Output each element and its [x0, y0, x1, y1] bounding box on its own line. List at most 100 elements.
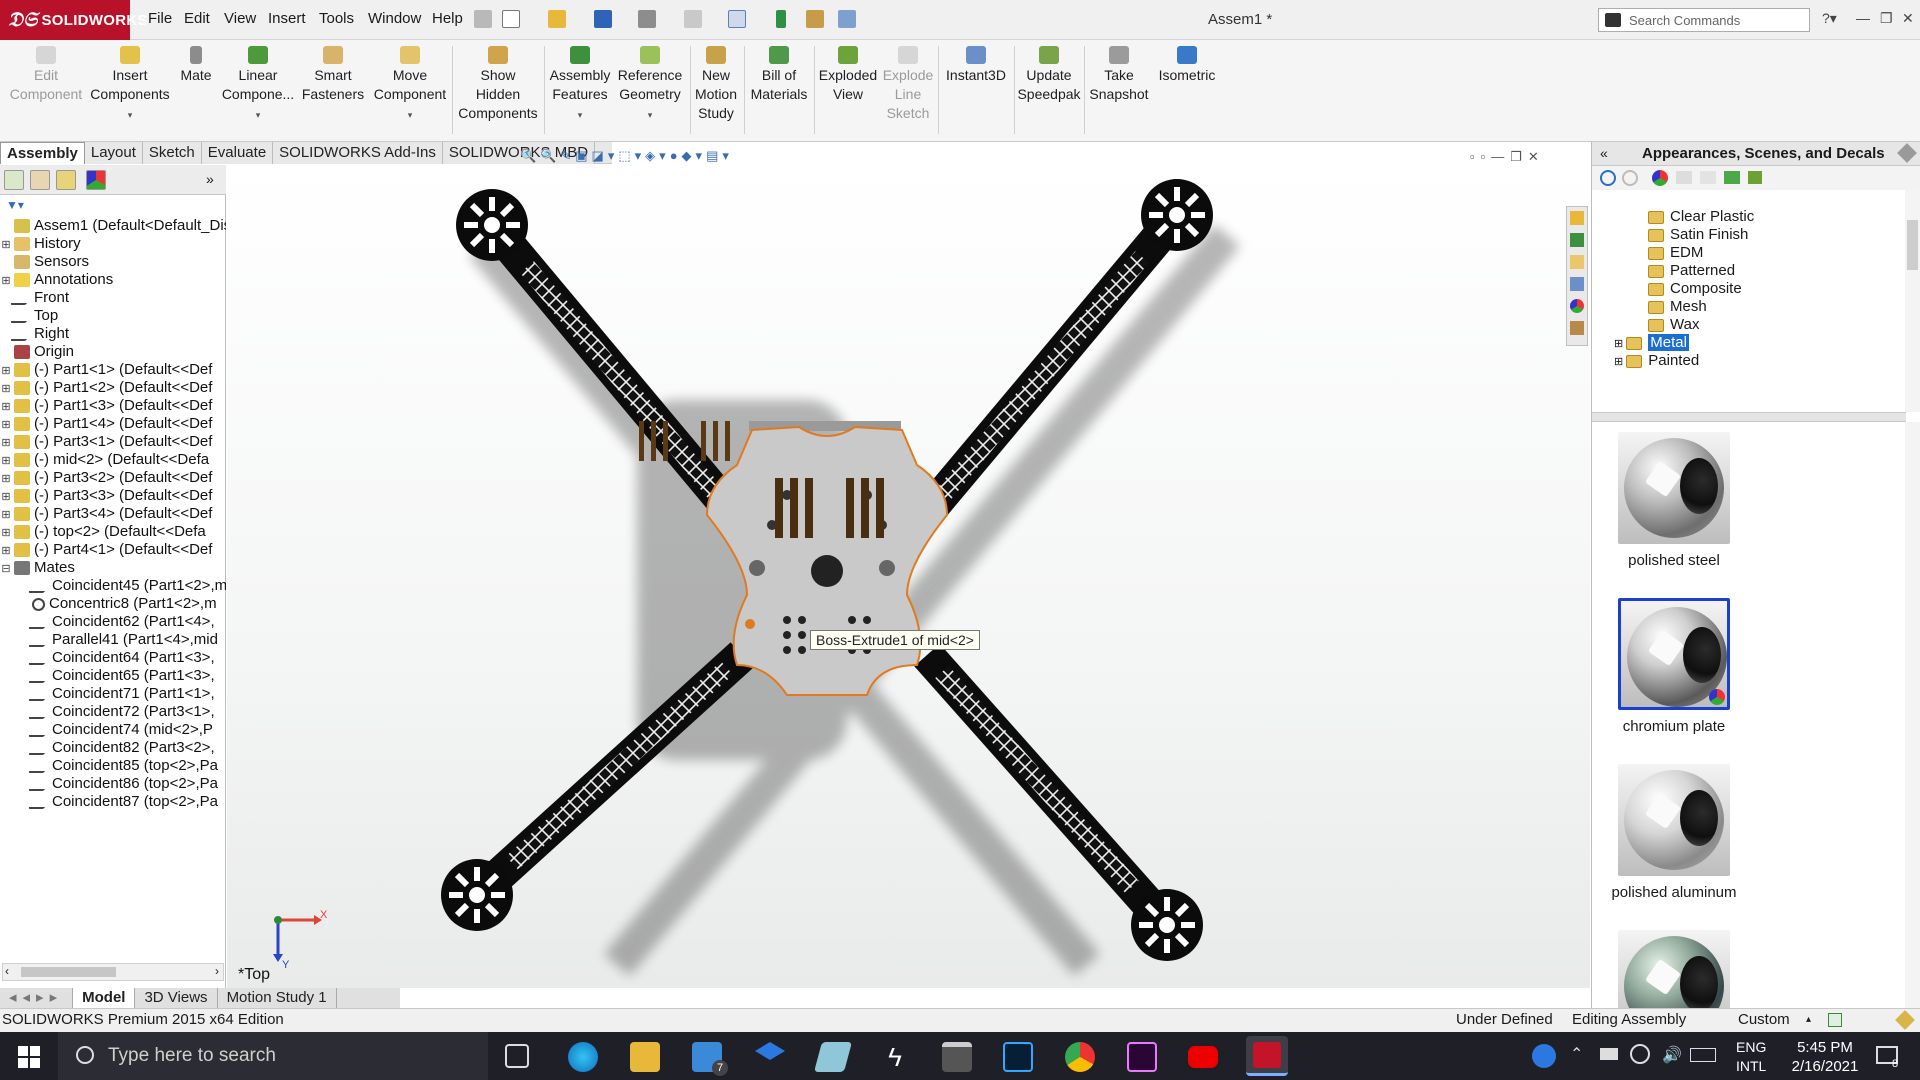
photoshop-icon[interactable] — [1003, 1042, 1033, 1072]
tab-sketch[interactable]: Sketch — [142, 142, 202, 164]
print-icon[interactable] — [638, 10, 656, 28]
help-tray-icon[interactable] — [1532, 1044, 1556, 1068]
notes-app-icon[interactable] — [813, 1042, 853, 1072]
dropdown-caret-icon[interactable]: ▾ — [614, 106, 686, 125]
clock[interactable]: 5:45 PM 2/16/2021 — [1770, 1038, 1880, 1076]
tab-motion-study-1[interactable]: Motion Study 1 — [218, 988, 337, 1008]
expand-panel-icon[interactable]: » — [206, 171, 214, 187]
solidworks-taskbar-button[interactable] — [1246, 1036, 1288, 1076]
view-palette-icon[interactable] — [1570, 277, 1584, 291]
show-hidden-components-button[interactable]: Show Hidden Components — [456, 46, 540, 123]
chrome-icon[interactable] — [1065, 1042, 1095, 1072]
menu-window[interactable]: Window — [368, 10, 421, 27]
undo-icon[interactable] — [684, 10, 702, 28]
tree-vertical-scrollbar[interactable] — [1905, 190, 1920, 412]
isometric-button[interactable]: Isometric — [1154, 46, 1220, 85]
edit-component-button[interactable]: Edit Component — [6, 46, 86, 104]
assembly-features-button[interactable]: Assembly Features ▾ — [546, 46, 614, 125]
rebuild-icon[interactable] — [776, 10, 786, 28]
displaymanager-tab-icon[interactable] — [86, 170, 106, 190]
file-explorer-icon[interactable] — [1570, 255, 1584, 269]
drone-frame-model[interactable] — [227, 165, 1590, 988]
file-explorer-taskbar-icon[interactable] — [630, 1042, 660, 1072]
motor-mount-top-left[interactable] — [456, 189, 528, 261]
heads-up-view-toolbar[interactable]: 🔍🔍✎▣◪▾⬚▾◈▾●◆▾▤▾ — [520, 148, 733, 164]
appearance-color-icon[interactable] — [1652, 170, 1668, 186]
move-component-button[interactable]: Move Component ▾ — [370, 46, 450, 125]
solidworks-logo[interactable]: 𝔇𝔖 SOLIDWORKS — [0, 0, 148, 40]
frame-arm-bottom-right[interactable] — [914, 643, 1180, 937]
appearances-icon[interactable] — [1570, 299, 1584, 313]
dropdown-caret-icon[interactable]: ▾ — [220, 106, 296, 125]
smart-fasteners-button[interactable]: Smart Fasteners — [298, 46, 368, 104]
filter-icon[interactable]: ▼▾ — [6, 198, 36, 214]
dropdown-caret-icon[interactable]: ▾ — [90, 106, 170, 125]
premiere-icon[interactable] — [1127, 1042, 1157, 1072]
collapse-panel-icon[interactable]: « — [1600, 145, 1608, 161]
tab-3d-views[interactable]: 3D Views — [135, 988, 218, 1008]
new-motion-study-button[interactable]: New Motion Study — [692, 46, 740, 123]
graphics-area[interactable] — [227, 165, 1590, 988]
design-library-icon[interactable] — [1570, 233, 1584, 247]
bill-of-materials-button[interactable]: Bill of Materials — [746, 46, 812, 104]
menu-help[interactable]: Help — [432, 10, 463, 27]
frame-arm-top-right[interactable] — [903, 204, 1191, 536]
motor-mount-bottom-left[interactable] — [441, 859, 513, 931]
pin-icon[interactable] — [474, 10, 492, 28]
insert-components-button[interactable]: Insert Components ▾ — [90, 46, 170, 125]
minimize-icon[interactable]: — — [1856, 10, 1870, 26]
tab-solidworks-addins[interactable]: SOLIDWORKS Add-Ins — [273, 142, 443, 164]
take-snapshot-button[interactable]: Take Snapshot — [1086, 46, 1152, 104]
refresh-icon[interactable] — [1724, 171, 1740, 184]
tab-layout[interactable]: Layout — [84, 142, 143, 164]
up-level-icon[interactable] — [1748, 171, 1762, 184]
dropbox-icon[interactable] — [755, 1042, 785, 1060]
appearance-folder-item[interactable]: ⊞ Painted — [1614, 350, 1699, 372]
menu-file[interactable]: File — [148, 10, 172, 27]
units-caret-icon[interactable]: ▴ — [1806, 1009, 1811, 1031]
explode-line-sketch-button[interactable]: Explode Line Sketch — [880, 46, 936, 123]
folder-add-icon[interactable] — [1676, 171, 1692, 184]
tab-assembly[interactable]: Assembly — [0, 142, 85, 164]
back-icon[interactable] — [1600, 170, 1616, 186]
save-icon[interactable] — [594, 10, 612, 28]
clapperboard-icon[interactable] — [942, 1042, 972, 1072]
motor-mount-bottom-right[interactable] — [1131, 889, 1203, 961]
input-language[interactable]: ENG INTL — [1736, 1038, 1766, 1076]
rebuild-status-icon[interactable] — [1828, 1013, 1842, 1027]
youtube-icon[interactable] — [1188, 1046, 1218, 1068]
tab-model[interactable]: Model — [73, 988, 136, 1008]
edge-browser-icon[interactable] — [568, 1042, 598, 1072]
folder-icon[interactable] — [1700, 171, 1716, 184]
new-document-icon[interactable] — [502, 10, 520, 28]
configurationmanager-tab-icon[interactable] — [56, 170, 76, 190]
forward-icon[interactable] — [1622, 170, 1638, 186]
menu-insert[interactable]: Insert — [268, 10, 306, 27]
task-view-icon[interactable] — [505, 1044, 529, 1068]
volume-icon[interactable]: 🔊 — [1662, 1045, 1682, 1065]
exploded-view-button[interactable]: Exploded View — [816, 46, 880, 104]
appearance-swatch[interactable] — [1618, 598, 1730, 710]
menu-tools[interactable]: Tools — [319, 10, 354, 27]
tab-evaluate[interactable]: Evaluate — [201, 142, 274, 164]
instant3d-button[interactable]: Instant3D — [942, 46, 1010, 85]
taskbar-search-box[interactable]: Type here to search — [58, 1032, 488, 1080]
panel-splitter[interactable] — [1592, 412, 1906, 422]
close-icon[interactable]: ✕ — [1902, 10, 1914, 27]
file-properties-icon[interactable] — [806, 10, 824, 28]
appearance-swatch[interactable] — [1618, 432, 1730, 544]
appearance-swatch[interactable] — [1618, 764, 1730, 876]
dropdown-caret-icon[interactable]: ▾ — [370, 106, 450, 125]
search-commands-input[interactable]: Search Commands — [1598, 8, 1810, 32]
scroll-thumb[interactable] — [21, 967, 116, 977]
options-icon[interactable] — [838, 10, 856, 28]
motor-mount-top-right[interactable] — [1141, 179, 1213, 251]
custom-properties-icon[interactable] — [1570, 321, 1584, 335]
expand-toggle-icon[interactable]: ⊞ — [1614, 338, 1626, 350]
feature-tree-item[interactable]: Coincident87 (top<2>,Pa — [0, 791, 226, 813]
dropdown-caret-icon[interactable]: ▾ — [546, 106, 614, 125]
menu-edit[interactable]: Edit — [184, 10, 210, 27]
open-folder-icon[interactable] — [548, 10, 566, 28]
tree-horizontal-scrollbar[interactable]: ‹ › — [2, 963, 224, 981]
restore-icon[interactable]: ❐ — [1880, 10, 1893, 27]
